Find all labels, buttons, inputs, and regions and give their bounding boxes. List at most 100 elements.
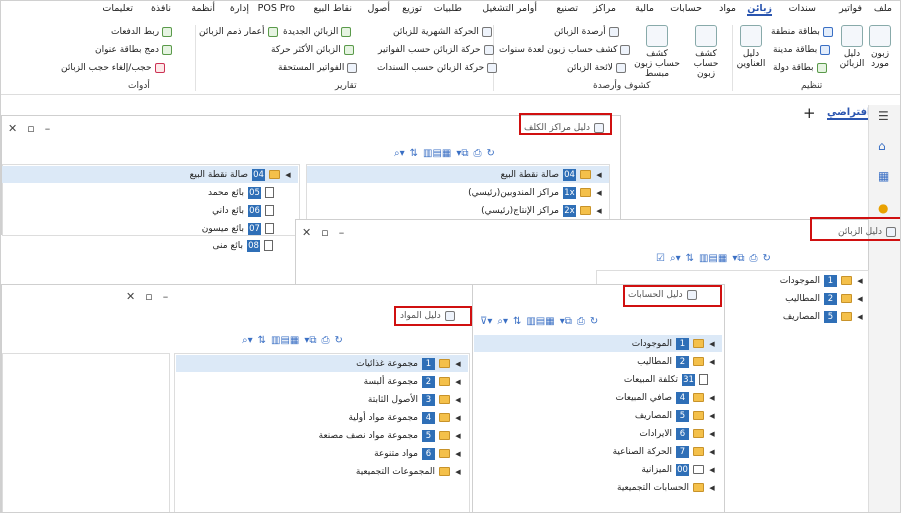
expand-arrow-icon[interactable]: ◀ [708, 340, 716, 348]
expand-arrow-icon[interactable]: ◀ [454, 378, 462, 386]
menu-accounts[interactable]: حسابات [670, 3, 702, 14]
expand-arrow-icon[interactable]: ◀ [454, 432, 462, 440]
menu-admin[interactable]: إدارة [230, 3, 249, 14]
customer-supplier-button[interactable]: زبون مورد [863, 25, 897, 69]
country-card-button[interactable]: بطاقة دولة [773, 63, 827, 73]
tree-row[interactable]: ◀ 2x مراكز الإنتاج(رئيسي) [307, 202, 609, 219]
aging-button[interactable]: أعمار ذمم الزبائن [199, 27, 278, 37]
customers-guide-button[interactable]: دليل الزبائن [837, 25, 867, 69]
bulb-icon[interactable]: ● [878, 201, 888, 215]
expand-arrow-icon[interactable]: ◀ [708, 466, 716, 474]
print-icon[interactable]: ⎙ [577, 316, 585, 327]
menu-vouchers[interactable]: سندات [789, 3, 816, 14]
close-icon[interactable]: ✕ [302, 226, 311, 239]
tree-row[interactable]: ◀ الحسابات التجميعية [474, 479, 722, 496]
tree-row[interactable]: ◀ 3 الأصول الثابتة [176, 391, 468, 408]
tree-row[interactable]: 06 بائع داني [162, 202, 274, 219]
menu-work-orders[interactable]: أوامر التشغيل [482, 3, 537, 14]
view-icon[interactable]: ▥▤▦ [526, 316, 554, 327]
menu-customers[interactable]: زبائن [747, 3, 772, 16]
tree-row[interactable]: ◀ 7 الحركة الصناعية [474, 443, 722, 460]
restore-icon[interactable]: ▫ [27, 122, 34, 135]
tree-row[interactable]: ◀ 6 مواد متنوعة [176, 445, 468, 462]
due-invoices-button[interactable]: الفواتير المستحقة [278, 63, 358, 73]
menu-invoices[interactable]: فواتير [839, 3, 862, 14]
balances-button[interactable]: أرصدة الزبائن [554, 27, 619, 37]
search-icon[interactable]: ⌕▾ [497, 316, 508, 327]
search-icon[interactable]: ⌕▾ [394, 148, 405, 159]
expand-arrow-icon[interactable]: ◀ [284, 171, 292, 179]
city-card-button[interactable]: بطاقة مدينة [773, 45, 831, 55]
refresh-icon[interactable]: ↻ [335, 335, 343, 346]
expand-arrow-icon[interactable]: ◀ [454, 360, 462, 368]
tree-row[interactable]: ◀ 00 الميزانية [474, 461, 722, 478]
tree-row[interactable]: ◀ 1x مراكز المندوبين(رئيسي) [307, 184, 609, 201]
expand-arrow-icon[interactable]: ◀ [708, 484, 716, 492]
sort-icon[interactable]: ⇅ [258, 335, 266, 346]
movement-by-vouchers-button[interactable]: حركة الزبائن حسب السندات [377, 63, 498, 73]
tree-row[interactable]: ◀ 4 صافي المبيعات [474, 389, 722, 406]
movement-by-invoices-button[interactable]: حركة الزبائن حسب الفواتير [378, 45, 494, 55]
filter-icon[interactable]: ⊽▾ [480, 316, 492, 327]
refresh-icon[interactable]: ↻ [487, 148, 495, 159]
tree-row[interactable]: ◀ 4 مجموعة مواد أولية [176, 409, 468, 426]
expand-arrow-icon[interactable]: ◀ [595, 171, 603, 179]
expand-icon[interactable]: ▾⧉ [732, 253, 744, 264]
view-icon[interactable]: ▥▤▦ [699, 253, 727, 264]
view-icon[interactable]: ▥▤▦ [271, 335, 299, 346]
refresh-icon[interactable]: ↻ [763, 253, 771, 264]
menu-manufacturing[interactable]: تصنيع [556, 3, 578, 14]
simple-statement-button[interactable]: كشف حساب زبون مبسط [633, 25, 681, 79]
monthly-movement-button[interactable]: الحركة الشهرية للزبائن [393, 27, 492, 37]
sort-icon[interactable]: ⇅ [410, 148, 418, 159]
close-icon[interactable]: ✕ [126, 290, 135, 303]
expand-arrow-icon[interactable]: ◀ [856, 295, 864, 303]
menu-orders[interactable]: طلبيات [434, 3, 462, 14]
home-icon[interactable]: ⌂ [878, 139, 886, 153]
menu-help[interactable]: تعليمات [102, 3, 133, 14]
sort-icon[interactable]: ⇅ [513, 316, 521, 327]
print-icon[interactable]: ⎙ [750, 253, 758, 264]
menu-pos[interactable]: نقاط البيع [314, 3, 352, 14]
tree-row[interactable]: ◀ 04 صالة نقطة البيع [2, 166, 298, 183]
sort-icon[interactable]: ⇅ [686, 253, 694, 264]
restore-icon[interactable]: ▫ [321, 226, 328, 239]
expand-arrow-icon[interactable]: ◀ [595, 207, 603, 215]
tree-row[interactable]: 07 بائع ميسون [162, 220, 274, 237]
menu-distribution[interactable]: توزيع [402, 3, 422, 14]
hide-customers-button[interactable]: حجب/إلغاء حجب الزبائن [61, 63, 165, 73]
tree-row[interactable]: 31 تكلفة المبيعات [474, 371, 722, 388]
multi-year-statement-button[interactable]: كشف حساب زبون لعدة سنوات [499, 45, 631, 55]
merge-address-button[interactable]: دمج بطاقة عنوان [95, 45, 172, 55]
most-active-button[interactable]: الزبائن الأكثر حركة [271, 45, 354, 55]
expand-arrow-icon[interactable]: ◀ [708, 430, 716, 438]
minimize-icon[interactable]: – [339, 226, 345, 239]
print-icon[interactable]: ⎙ [474, 148, 482, 159]
calendar-icon[interactable]: ▦ [878, 169, 889, 183]
close-icon[interactable]: ✕ [8, 122, 17, 135]
expand-arrow-icon[interactable]: ◀ [708, 358, 716, 366]
add-tab-button[interactable]: + [803, 104, 816, 122]
expand-arrow-icon[interactable]: ◀ [454, 450, 462, 458]
expand-arrow-icon[interactable]: ◀ [708, 394, 716, 402]
expand-arrow-icon[interactable]: ◀ [454, 468, 462, 476]
expand-arrow-icon[interactable]: ◀ [856, 277, 864, 285]
menu-file[interactable]: ملف [874, 3, 892, 14]
menu-assets[interactable]: أصول [367, 3, 390, 14]
tree-row[interactable]: 08 بائع منى [161, 237, 273, 254]
minimize-icon[interactable]: – [163, 290, 169, 303]
tree-row[interactable]: ◀ 2 المطاليب [474, 353, 722, 370]
menu-finance[interactable]: مالية [635, 3, 654, 14]
menu-systems[interactable]: أنظمة [191, 3, 215, 14]
refresh-icon[interactable]: ↻ [590, 316, 598, 327]
new-customers-button[interactable]: الزبائن الجديدة [283, 27, 352, 37]
expand-icon[interactable]: ▾⧉ [560, 316, 572, 327]
expand-icon[interactable]: ▾⧉ [456, 148, 468, 159]
customer-statement-button[interactable]: كشف حساب زبون [684, 25, 728, 79]
region-card-button[interactable]: بطاقة منطقة [771, 27, 833, 37]
expand-arrow-icon[interactable]: ◀ [708, 448, 716, 456]
menu-materials[interactable]: مواد [719, 3, 736, 14]
hamburger-icon[interactable]: ☰ [878, 109, 889, 123]
checkbox-icon[interactable]: ☑ [656, 253, 665, 264]
minimize-icon[interactable]: – [45, 122, 51, 135]
